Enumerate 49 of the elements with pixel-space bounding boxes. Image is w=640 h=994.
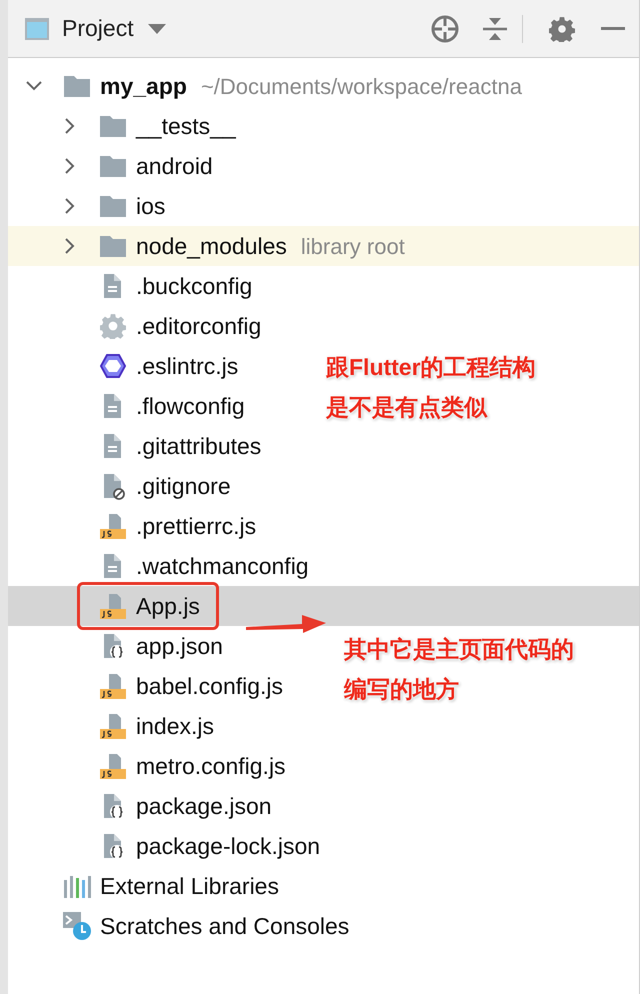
- window-icon: [24, 16, 50, 40]
- folder-icon: [99, 114, 127, 138]
- minimize-icon[interactable]: [601, 26, 625, 30]
- file-name: android: [136, 152, 213, 181]
- file-name: package-lock.json: [136, 832, 320, 861]
- console-clock-icon: [62, 911, 92, 941]
- file-name: .buckconfig: [136, 272, 252, 301]
- file-name: index.js: [136, 712, 214, 741]
- file-name: .eslintrc.js: [136, 352, 238, 381]
- collapse-all-icon[interactable]: [482, 16, 508, 42]
- file-name: .gitignore: [136, 472, 231, 501]
- gear-icon: [100, 313, 126, 339]
- file-name: Scratches and Consoles: [100, 912, 350, 941]
- path-hint: ~/Documents/workspace/reactna: [200, 72, 522, 101]
- project-view-dropdown[interactable]: Project: [62, 11, 166, 46]
- js-file-icon: [99, 512, 127, 540]
- file-name: External Libraries: [100, 872, 279, 901]
- settings-icon[interactable]: [549, 16, 575, 42]
- file-name: .watchmanconfig: [136, 552, 309, 581]
- file-name: .prettierrc.js: [136, 512, 256, 541]
- hexagon-icon: [100, 353, 126, 379]
- file-name: app.json: [136, 632, 223, 661]
- file-name: metro.config.js: [136, 752, 286, 781]
- file-name: .flowconfig: [136, 392, 245, 421]
- folder-icon: [99, 194, 127, 218]
- file-name: .editorconfig: [136, 312, 262, 341]
- folder-icon: [99, 154, 127, 178]
- file-name: node_modules: [136, 232, 287, 261]
- js-file-icon: [99, 712, 127, 740]
- path-hint: library root: [300, 232, 405, 261]
- annotation-note: 其中它是主页面代码的 编写的地方: [344, 635, 574, 704]
- js-file-icon: [99, 592, 127, 620]
- highlighted-row[interactable]: node_modules library root: [8, 226, 639, 266]
- file-name: babel.config.js: [136, 672, 284, 701]
- file-name: __tests__: [136, 112, 236, 141]
- js-file-icon: [99, 672, 127, 700]
- selected-row[interactable]: App.js: [8, 586, 639, 626]
- caret-icon: [148, 24, 166, 34]
- file-name: ios: [136, 192, 166, 221]
- folder-icon: [99, 234, 127, 258]
- folder-icon: [63, 74, 91, 98]
- annotation-note: 跟Flutter的工程结构 是不是有点类似: [326, 353, 536, 422]
- file-name: App.js: [136, 592, 200, 621]
- file-name: my_app: [100, 72, 187, 101]
- bar-chart-icon: [63, 874, 91, 898]
- file-name: .gitattributes: [136, 432, 262, 461]
- crosshair-icon[interactable]: [430, 14, 460, 44]
- js-file-icon: [99, 752, 127, 780]
- file-name: package.json: [136, 792, 272, 821]
